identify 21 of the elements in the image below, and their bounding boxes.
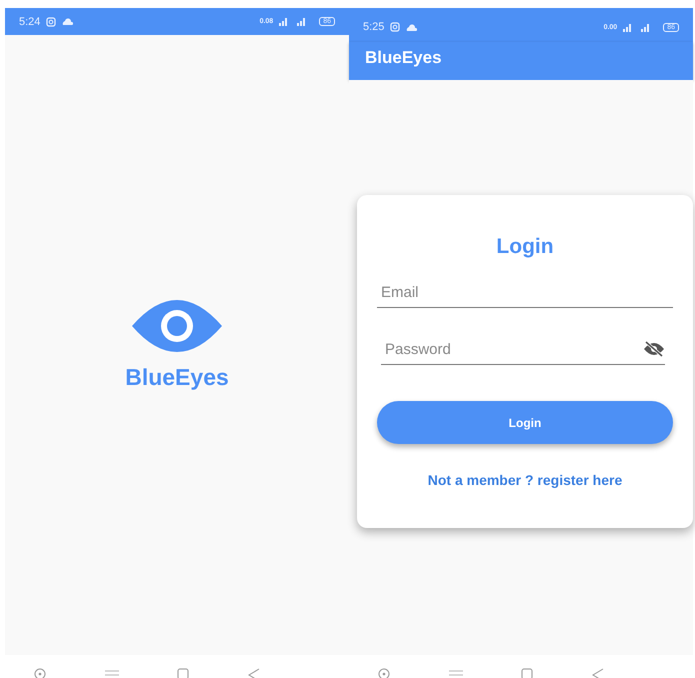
back-icon[interactable] bbox=[592, 668, 604, 678]
register-link[interactable]: Not a member ? register here bbox=[428, 472, 622, 488]
cloud-icon bbox=[406, 24, 418, 30]
app-logo-text: BlueEyes bbox=[125, 364, 229, 390]
status-time: 5:25 bbox=[363, 21, 384, 33]
password-field[interactable]: Password bbox=[381, 340, 643, 358]
camera-icon bbox=[46, 16, 56, 26]
camera-icon bbox=[390, 22, 400, 32]
eye-off-icon[interactable] bbox=[643, 341, 665, 357]
login-title: Login bbox=[496, 235, 554, 259]
login-button[interactable]: Login bbox=[377, 401, 673, 444]
app-bar-title: BlueEyes bbox=[365, 48, 442, 68]
email-field[interactable]: Email bbox=[377, 284, 673, 300]
menu-icon[interactable] bbox=[448, 670, 463, 678]
menu-icon[interactable] bbox=[104, 670, 119, 678]
home-icon[interactable] bbox=[177, 668, 190, 678]
back-icon[interactable] bbox=[248, 668, 260, 678]
home-icon[interactable] bbox=[521, 668, 534, 678]
status-time: 5:24 bbox=[19, 16, 40, 28]
eye-icon bbox=[132, 300, 222, 352]
cloud-icon bbox=[62, 18, 74, 25]
